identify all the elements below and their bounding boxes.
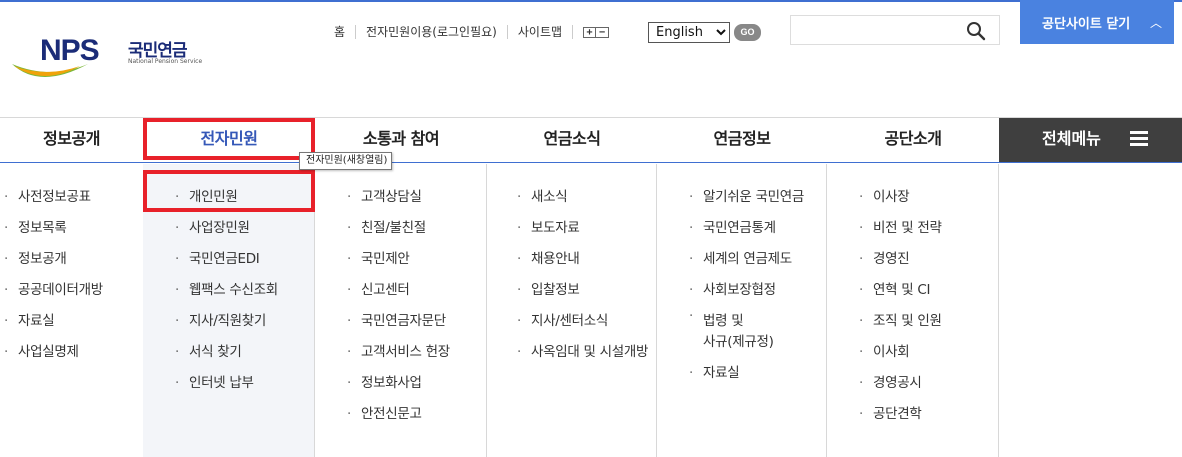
zoom-in-button[interactable]: + — [583, 26, 597, 38]
logo-mark: NPS — [40, 34, 100, 67]
submenu-item[interactable]: 입찰정보 — [513, 275, 648, 306]
submenu-item[interactable]: 공단견학 — [855, 399, 942, 430]
submenu-item[interactable]: 고객서비스 헌장 — [343, 337, 450, 368]
submenu-item[interactable]: 알기쉬운 국민연금 — [685, 182, 804, 213]
submenu-item[interactable]: 웹팩스 수신조회 — [171, 275, 278, 306]
submenu-item[interactable]: 지사/직원찾기 — [171, 306, 278, 337]
submenu-col-communication: 고객상담실 친절/불친절 국민제안 신고센터 국민연금자문단 고객서비스 헌장 … — [315, 164, 487, 457]
submenu-item[interactable]: 비전 및 전략 — [855, 213, 942, 244]
close-site-label: 공단사이트 닫기 — [1042, 16, 1131, 32]
submenu-item[interactable]: 연혁 및 CI — [855, 275, 942, 306]
submenu-item[interactable]: 정보공개 — [0, 244, 103, 275]
submenu-item[interactable]: 고객상담실 — [343, 182, 450, 213]
submenu-item[interactable]: 국민제안 — [343, 244, 450, 275]
go-button[interactable]: GO — [734, 24, 761, 41]
submenu-col-about: 이사장 비전 및 전략 경영진 연혁 및 CI 조직 및 인원 이사회 경영공시… — [827, 164, 999, 457]
submenu-item[interactable]: 조직 및 인원 — [855, 306, 942, 337]
submenu-item[interactable]: 자료실 — [0, 306, 103, 337]
nps-logo[interactable]: NPS 국민연금 National Pension Service — [10, 30, 220, 90]
submenu-item[interactable]: 자료실 — [685, 358, 804, 389]
submenu-item[interactable]: 보도자료 — [513, 213, 648, 244]
submenu-item[interactable]: 국민연금EDI — [171, 244, 278, 275]
submenu-item[interactable]: 국민연금통계 — [685, 213, 804, 244]
submenu-item[interactable]: 새소식 — [513, 182, 648, 213]
submenu-item[interactable]: 사업실명제 — [0, 337, 103, 368]
home-link[interactable]: 홈 — [334, 25, 355, 39]
submenu-item-laws[interactable]: 법령 및 사규(제규정) — [685, 306, 804, 358]
highlight-box-gnb — [143, 118, 315, 160]
submenu-item[interactable]: 지사/센터소식 — [513, 306, 648, 337]
e-civil-login-link[interactable]: 전자민원이용(로그인필요) — [355, 25, 507, 39]
submenu-col-info: 사전정보공표 정보목록 정보공개 공공데이터개방 자료실 사업실명제 — [0, 164, 143, 457]
submenu-item[interactable]: 세계의 연금제도 — [685, 244, 804, 275]
hamburger-icon — [1130, 131, 1148, 147]
search-icon[interactable] — [966, 21, 986, 41]
submenu-item[interactable]: 경영공시 — [855, 368, 942, 399]
top-accent-line — [0, 0, 1182, 2]
submenu-col-pension-info: 알기쉬운 국민연금 국민연금통계 세계의 연금제도 사회보장협정 법령 및 사규… — [657, 164, 827, 457]
utility-links: 홈 전자민원이용(로그인필요) 사이트맵 + − — [334, 23, 610, 41]
language-select[interactable]: English — [648, 22, 730, 43]
gnb-pension-info[interactable]: 연금정보 — [657, 118, 827, 162]
submenu-item[interactable]: 채용안내 — [513, 244, 648, 275]
submenu-item[interactable]: 사전정보공표 — [0, 182, 103, 213]
submenu-item[interactable]: 정보화사업 — [343, 368, 450, 399]
tooltip-new-window: 전자민원(새창열림) — [299, 152, 393, 170]
submenu-item[interactable]: 정보목록 — [0, 213, 103, 244]
gnb-pension-news[interactable]: 연금소식 — [487, 118, 657, 162]
submenu-item[interactable]: 신고센터 — [343, 275, 450, 306]
chevron-up-icon: ︿ — [1149, 16, 1162, 30]
all-menu-label: 전체메뉴 — [1042, 129, 1101, 148]
submenu-item[interactable]: 이사장 — [855, 182, 942, 213]
submenu-item[interactable]: 사회보장협정 — [685, 275, 804, 306]
submenu-item-laws-line2: 사규(제규정) — [703, 334, 774, 350]
sitemap-link[interactable]: 사이트맵 — [506, 25, 572, 39]
submenu-item[interactable]: 이사회 — [855, 337, 942, 368]
submenu-item[interactable]: 국민연금자문단 — [343, 306, 450, 337]
submenu-item[interactable]: 경영진 — [855, 244, 942, 275]
highlight-box-submenu — [143, 170, 315, 212]
submenu-item[interactable]: 서식 찾기 — [171, 337, 278, 368]
submenu-col-news: 새소식 보도자료 채용안내 입찰정보 지사/센터소식 사옥임대 및 시설개방 — [487, 164, 657, 457]
close-site-button[interactable]: 공단사이트 닫기 ︿ — [1020, 0, 1174, 44]
submenu-item[interactable]: 친절/불친절 — [343, 213, 450, 244]
submenu-item[interactable]: 공공데이터개방 — [0, 275, 103, 306]
all-menu-button[interactable]: 전체메뉴 — [999, 118, 1182, 162]
submenu-item-laws-line1: 법령 및 — [703, 313, 744, 329]
logo-name-en: National Pension Service — [128, 58, 203, 65]
zoom-controls: + − — [572, 25, 610, 39]
submenu-item[interactable]: 인터넷 납부 — [171, 368, 278, 399]
gnb-about[interactable]: 공단소개 — [827, 118, 999, 162]
gnb-info-disclosure[interactable]: 정보공개 — [0, 118, 143, 162]
zoom-out-button[interactable]: − — [596, 26, 610, 38]
submenu-item[interactable]: 안전신문고 — [343, 399, 450, 430]
submenu-item[interactable]: 사업장민원 — [171, 213, 278, 244]
submenu-item[interactable]: 사옥임대 및 시설개방 — [513, 337, 648, 368]
